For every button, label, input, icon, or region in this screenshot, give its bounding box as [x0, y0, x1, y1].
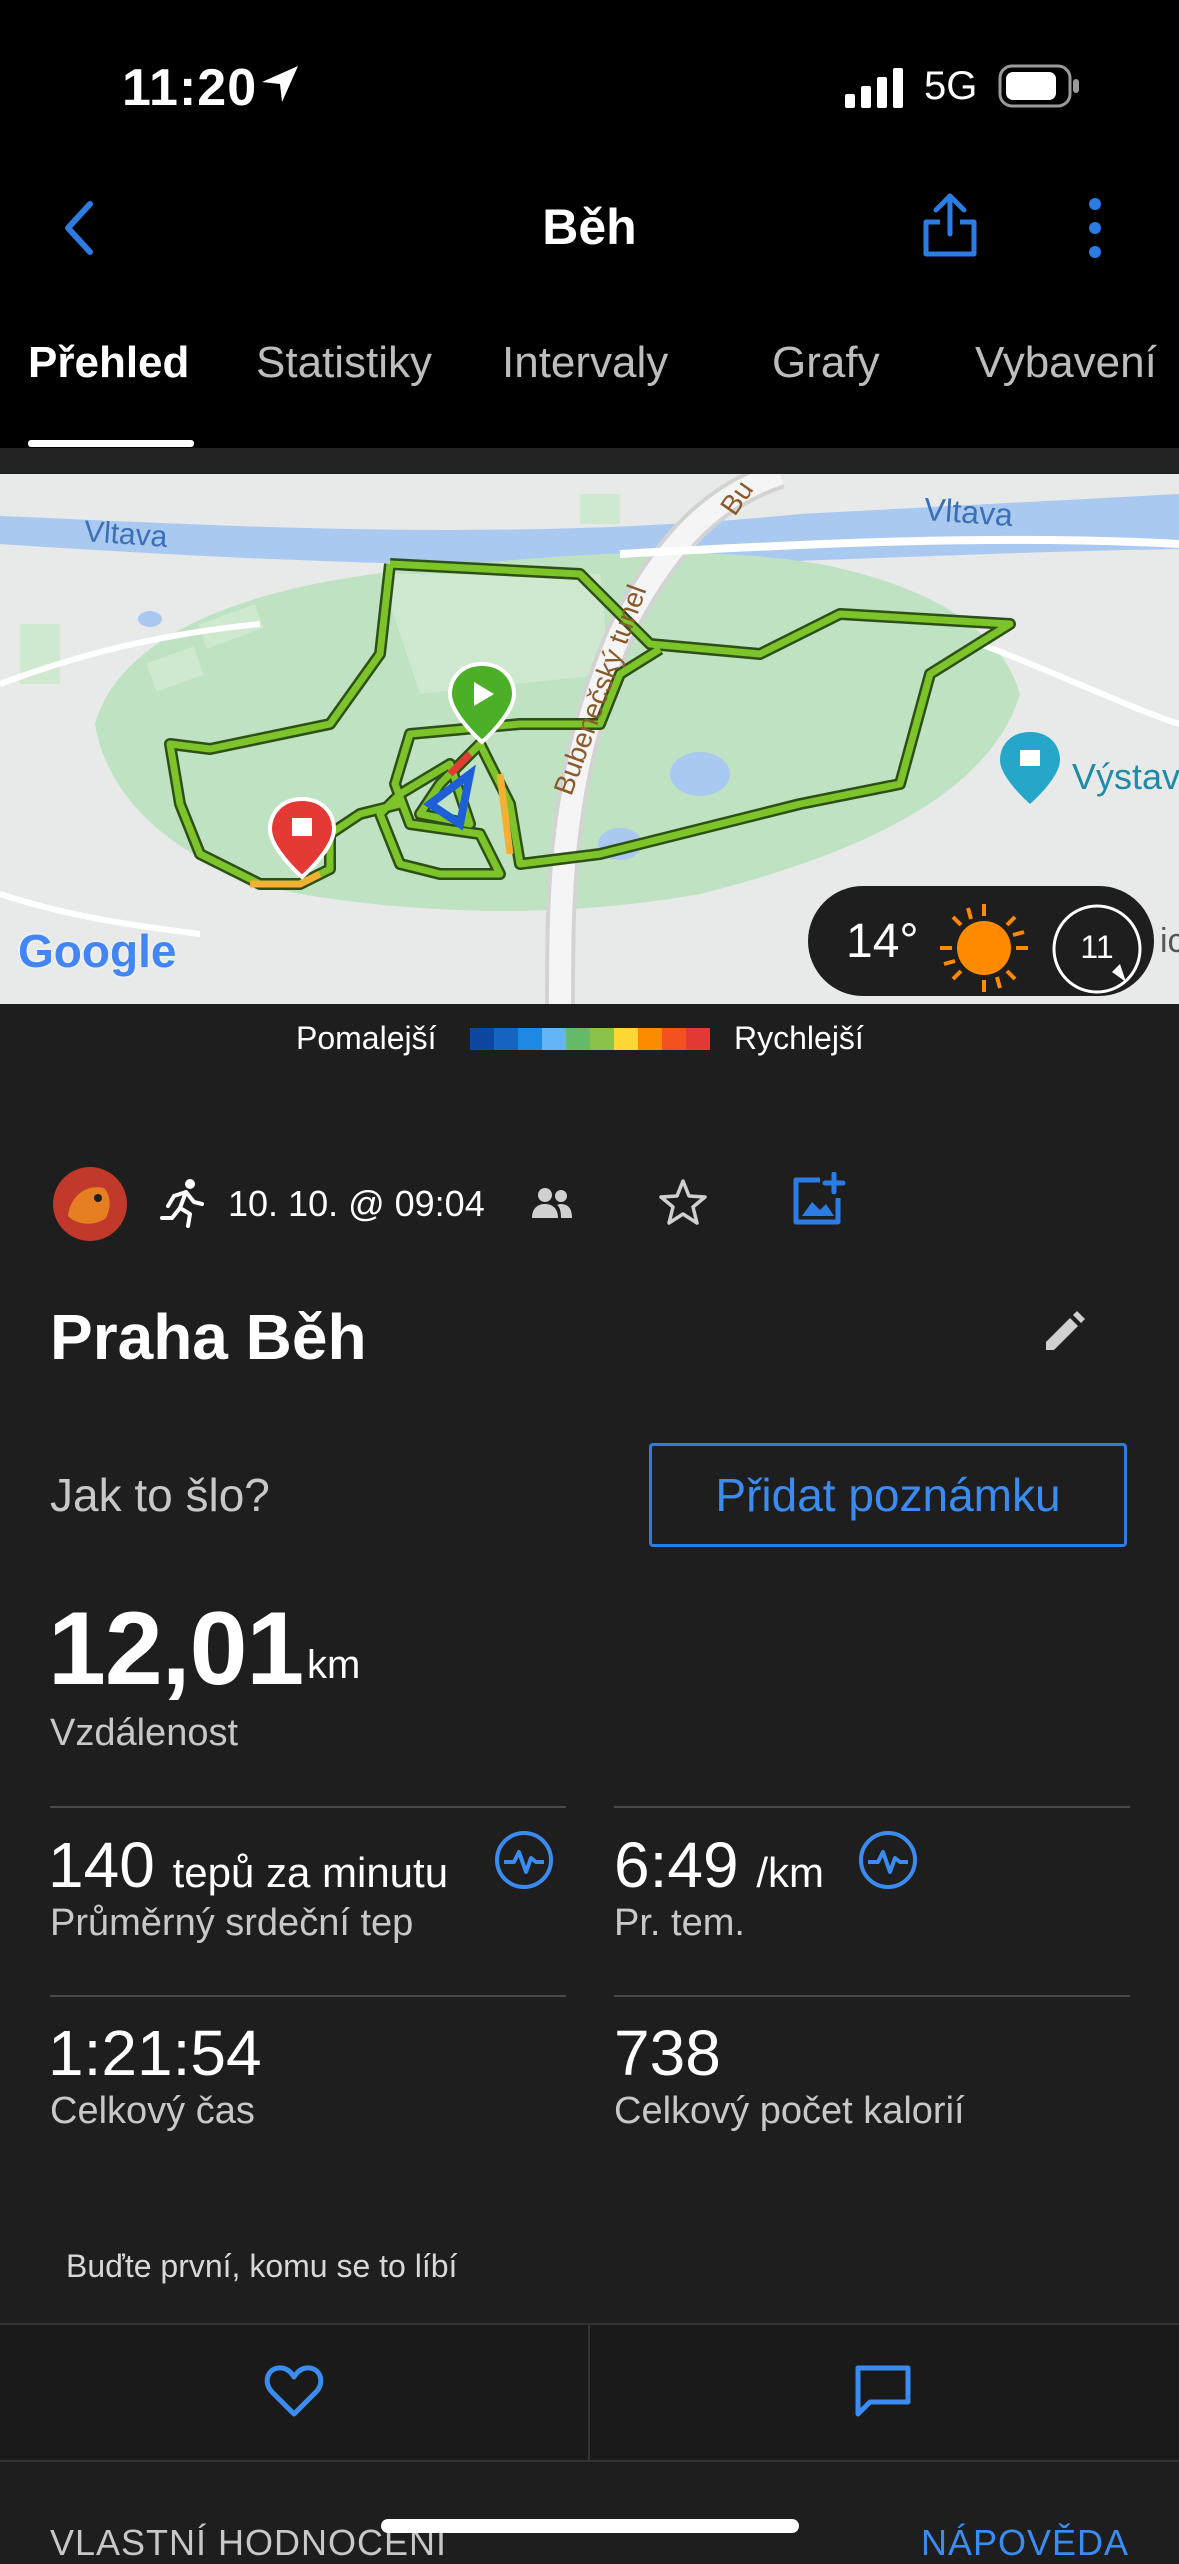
avatar[interactable] — [52, 1166, 128, 1242]
heart-rate-stat: 140 tepů za minutu — [48, 1828, 448, 1902]
legend-swatch — [518, 1028, 542, 1050]
share-icon[interactable] — [920, 190, 980, 260]
route-map[interactable]: Vltava Vltava Bu Bubenečský tunel Výstav… — [0, 474, 1179, 1004]
pace-chart-icon[interactable] — [858, 1830, 918, 1890]
divider — [614, 1806, 1130, 1808]
activity-datetime: 10. 10. @ 09:04 — [228, 1183, 485, 1224]
time-value: 1:21:54 — [48, 2017, 262, 2089]
calories-label: Celkový počet kalorií — [614, 2090, 965, 2132]
like-heart-icon[interactable] — [264, 2364, 324, 2418]
heart-rate-unit: tepů za minutu — [172, 1849, 449, 1896]
pace-label: Pr. tem. — [614, 1902, 745, 1944]
calories-value: 738 — [614, 2017, 721, 2089]
heart-rate-chart-icon[interactable] — [494, 1830, 554, 1890]
favorite-star-icon[interactable] — [658, 1178, 708, 1226]
feedback-question: Jak to šlo? — [50, 1469, 270, 1521]
status-time: 11:20 — [122, 59, 258, 117]
time-label: Celkový čas — [50, 2090, 255, 2132]
map-label-edge: ic — [1160, 922, 1179, 960]
comment-icon[interactable] — [854, 2364, 912, 2418]
pace-value: 6:49 — [614, 1829, 739, 1901]
distance-unit: km — [307, 1643, 361, 1687]
edit-pencil-icon[interactable] — [1040, 1310, 1086, 1356]
divider — [50, 1806, 566, 1808]
tab-graphs[interactable]: Grafy — [772, 338, 880, 388]
network-type: 5G — [924, 64, 978, 108]
map-label-river: Vltava — [82, 515, 169, 554]
add-photo-icon[interactable] — [790, 1172, 846, 1228]
divider — [614, 1995, 1130, 1997]
location-arrow-icon — [262, 66, 298, 102]
legend-swatch — [686, 1028, 710, 1050]
tab-overview[interactable]: Přehled — [28, 338, 189, 388]
pace-unit: /km — [756, 1849, 824, 1896]
legend-slower: Pomalejší — [296, 1020, 437, 1056]
legend-swatch — [614, 1028, 638, 1050]
home-indicator — [381, 2519, 799, 2533]
map-label-poi: Výstav — [1072, 756, 1179, 797]
legend-swatch — [662, 1028, 686, 1050]
legend-faster: Rychlejší — [734, 1020, 864, 1056]
sun-icon — [940, 904, 1028, 992]
group-icon[interactable] — [530, 1186, 574, 1220]
action-separator — [588, 2323, 590, 2460]
legend-swatch — [470, 1028, 494, 1050]
add-note-button[interactable]: Přidat poznámku — [649, 1443, 1127, 1547]
page-title: Běh — [542, 199, 637, 255]
tab-equipment[interactable]: Vybavení — [975, 338, 1157, 388]
legend-swatch — [638, 1028, 662, 1050]
legend-gradient — [470, 1028, 710, 1050]
distance-value: 12,01 — [48, 1591, 304, 1707]
map-label-river-right: Vltava — [922, 490, 1015, 534]
divider — [50, 1995, 566, 1997]
help-link[interactable]: NÁPOVĚDA — [921, 2522, 1129, 2564]
activity-name: Praha Běh — [50, 1301, 367, 1373]
running-icon — [160, 1179, 204, 1228]
wind-speed: 11 — [1080, 929, 1114, 965]
pace-stat: 6:49 /km — [614, 1828, 824, 1902]
signal-icon — [845, 68, 903, 108]
distance-label: Vzdálenost — [50, 1712, 239, 1754]
battery-icon — [998, 64, 1079, 108]
legend-swatch — [566, 1028, 590, 1050]
tab-statistics[interactable]: Statistiky — [256, 338, 432, 388]
active-tab-indicator — [28, 440, 194, 447]
like-prompt: Buďte první, komu se to líbí — [66, 2248, 458, 2284]
google-logo: Google — [18, 925, 177, 977]
tabs-separator — [0, 448, 1179, 474]
legend-swatch — [494, 1028, 518, 1050]
weather-temperature: 14° — [846, 915, 919, 968]
heart-rate-label: Průměrný srdeční tep — [50, 1902, 414, 1944]
legend-swatch — [542, 1028, 566, 1050]
heart-rate-value: 140 — [48, 1829, 155, 1901]
tab-intervals[interactable]: Intervaly — [502, 338, 668, 388]
legend-swatch — [590, 1028, 614, 1050]
more-options-icon[interactable] — [1084, 196, 1106, 260]
